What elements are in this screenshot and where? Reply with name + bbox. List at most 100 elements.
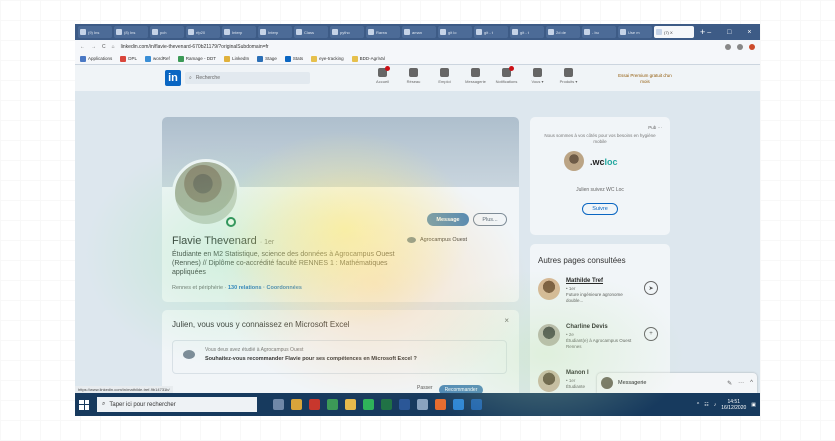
bookmark-item[interactable]: Applications [80, 55, 112, 62]
company-logo[interactable]: .wcloc [590, 157, 618, 167]
tab-favicon-icon [116, 29, 122, 35]
word-icon[interactable] [399, 399, 410, 410]
browser-tab[interactable]: Use m [618, 26, 652, 38]
forward-icon[interactable]: → [91, 44, 96, 50]
nav-item[interactable]: Messagerie [460, 68, 491, 84]
browser-tab[interactable]: (9) Ins [78, 26, 112, 38]
relations-link[interactable]: 130 relations [228, 285, 262, 291]
browser-tab[interactable]: Interp [258, 26, 292, 38]
person-headline: Future ingénieure agronome double... [566, 292, 623, 303]
back-icon[interactable]: ← [80, 44, 85, 50]
nav-item[interactable]: Produits ▾ [553, 68, 584, 84]
school-name: Agrocampus Ouest [420, 237, 468, 243]
browser-tab[interactable]: (7) X [654, 26, 694, 38]
premium-link[interactable]: Essai Premium gratuit d'un mois [615, 73, 675, 85]
browser-tab[interactable]: aman [402, 26, 436, 38]
folder-icon[interactable] [345, 399, 356, 410]
person-name[interactable]: Charline Devis [566, 324, 608, 330]
send-message-icon[interactable]: ➤ [644, 281, 658, 295]
more-button[interactable]: Plus... [473, 213, 507, 226]
bookmark-item[interactable]: Stats [284, 55, 303, 62]
browser-tab[interactable]: (8) Ins [114, 26, 148, 38]
bookmark-label: BDD-AgriVal [359, 55, 385, 61]
url-field[interactable]: linkedin.com/in/flavie-thevenard-670b211… [121, 44, 719, 50]
browser-tab[interactable]: pytho [330, 26, 364, 38]
acrobat-icon[interactable] [309, 399, 320, 410]
browser-tab[interactable]: 2d de [546, 26, 580, 38]
ad-label[interactable]: Pub ··· [648, 125, 662, 130]
connect-icon[interactable]: + [644, 327, 658, 341]
chrome-icon[interactable] [327, 399, 338, 410]
skill-endorsement-card: Julien, vous vous y connaissez en Micros… [162, 310, 519, 400]
browser-tab[interactable]: Rarea [366, 26, 400, 38]
star-icon[interactable] [725, 43, 731, 50]
edge-icon[interactable] [453, 399, 464, 410]
bookmark-icon [257, 55, 264, 62]
notification-icon[interactable]: ▣ [751, 402, 756, 408]
tab-label: (9) Ins [88, 29, 100, 35]
clock[interactable]: 14:51 16/12/2020 [721, 399, 746, 411]
browser-tab[interactable]: git - t [474, 26, 508, 38]
list-item[interactable]: Mathilde Tref • 1er Future ingénieure agro… [538, 278, 662, 320]
close-window-button[interactable]: × [747, 29, 751, 36]
messaging-bar[interactable]: Messagerie ✎ ··· ^ [597, 373, 757, 393]
firefox-icon[interactable] [435, 399, 446, 410]
bookmark-icon [120, 55, 127, 62]
nav-item[interactable]: Emploi [429, 68, 460, 84]
compose-icon[interactable]: ✎ [727, 380, 732, 387]
tab-favicon-icon [548, 29, 554, 35]
bookmark-item[interactable]: Stage [257, 55, 277, 62]
tab-label: Use m [628, 29, 640, 35]
tray-chevron-icon[interactable]: ^ [697, 402, 699, 408]
minimize-button[interactable]: – [707, 29, 711, 36]
taskbar-search[interactable]: ⌕ Taper ici pour rechercher [97, 397, 257, 412]
bookmark-item[interactable]: eye-tracking [311, 55, 344, 62]
nav-item[interactable]: Accueil [367, 66, 398, 84]
network-icon[interactable]: ☷ [704, 402, 708, 408]
browser-tab[interactable]: git lo [438, 26, 472, 38]
task-view-icon[interactable] [273, 399, 284, 410]
browser-tab[interactable]: Interp [222, 26, 256, 38]
spotify-icon[interactable] [363, 399, 374, 410]
windows-start-icon[interactable] [79, 399, 89, 410]
home-icon[interactable]: ⌂ [112, 44, 115, 50]
nav-item[interactable]: Réseau [398, 68, 429, 84]
extension-icon[interactable] [737, 43, 743, 50]
excel-icon[interactable] [381, 399, 392, 410]
browser-tab[interactable]: rfp20 [186, 26, 220, 38]
volume-icon[interactable]: ♪ [714, 402, 717, 408]
profile-icon[interactable] [749, 43, 755, 50]
maximize-button[interactable]: □ [727, 29, 731, 36]
bookmark-item[interactable]: DPL [120, 55, 137, 62]
new-tab-button[interactable]: + [700, 27, 705, 37]
school-link[interactable]: Agrocampus Ouest [407, 237, 467, 243]
follow-button[interactable]: Suivre [582, 203, 618, 215]
nav-item[interactable]: Notifications [491, 66, 522, 84]
more-icon[interactable]: ··· [738, 380, 744, 387]
message-button[interactable]: Message [427, 213, 469, 226]
browser-tab[interactable]: git - t [510, 26, 544, 38]
reload-icon[interactable]: C [102, 44, 106, 50]
notepad-icon[interactable] [417, 399, 428, 410]
nav-item[interactable]: Vous ▾ [522, 68, 553, 84]
close-icon[interactable]: × [504, 316, 509, 325]
browser-tab[interactable]: Class [294, 26, 328, 38]
chevron-up-icon[interactable]: ^ [750, 380, 753, 387]
tab-label: git lo [448, 29, 457, 35]
person-name[interactable]: Mathilde Tref [566, 278, 603, 284]
linkedin-logo[interactable]: in [165, 70, 181, 86]
bookmark-item[interactable]: wordRef [145, 55, 170, 62]
bookmark-item[interactable]: BDD-AgriVal [351, 55, 385, 62]
search-input[interactable]: ⌕ Recherche [185, 72, 310, 84]
school-logo-icon [407, 237, 416, 243]
file-explorer-icon[interactable] [291, 399, 302, 410]
list-item[interactable]: Charline Devis • 2e Étudiant(e) à Agrocamp… [538, 324, 662, 366]
outlook-icon[interactable] [471, 399, 482, 410]
browser-tab[interactable]: - bu [582, 26, 616, 38]
bookmark-item[interactable]: Ramage - DDT [177, 55, 216, 62]
coordinates-link[interactable]: · Coordonnées [263, 285, 302, 291]
notification-badge [385, 66, 390, 71]
person-name[interactable]: Manon I [566, 370, 589, 376]
bookmark-item[interactable]: LinkedIn [224, 55, 249, 62]
browser-tab[interactable]: pch [150, 26, 184, 38]
